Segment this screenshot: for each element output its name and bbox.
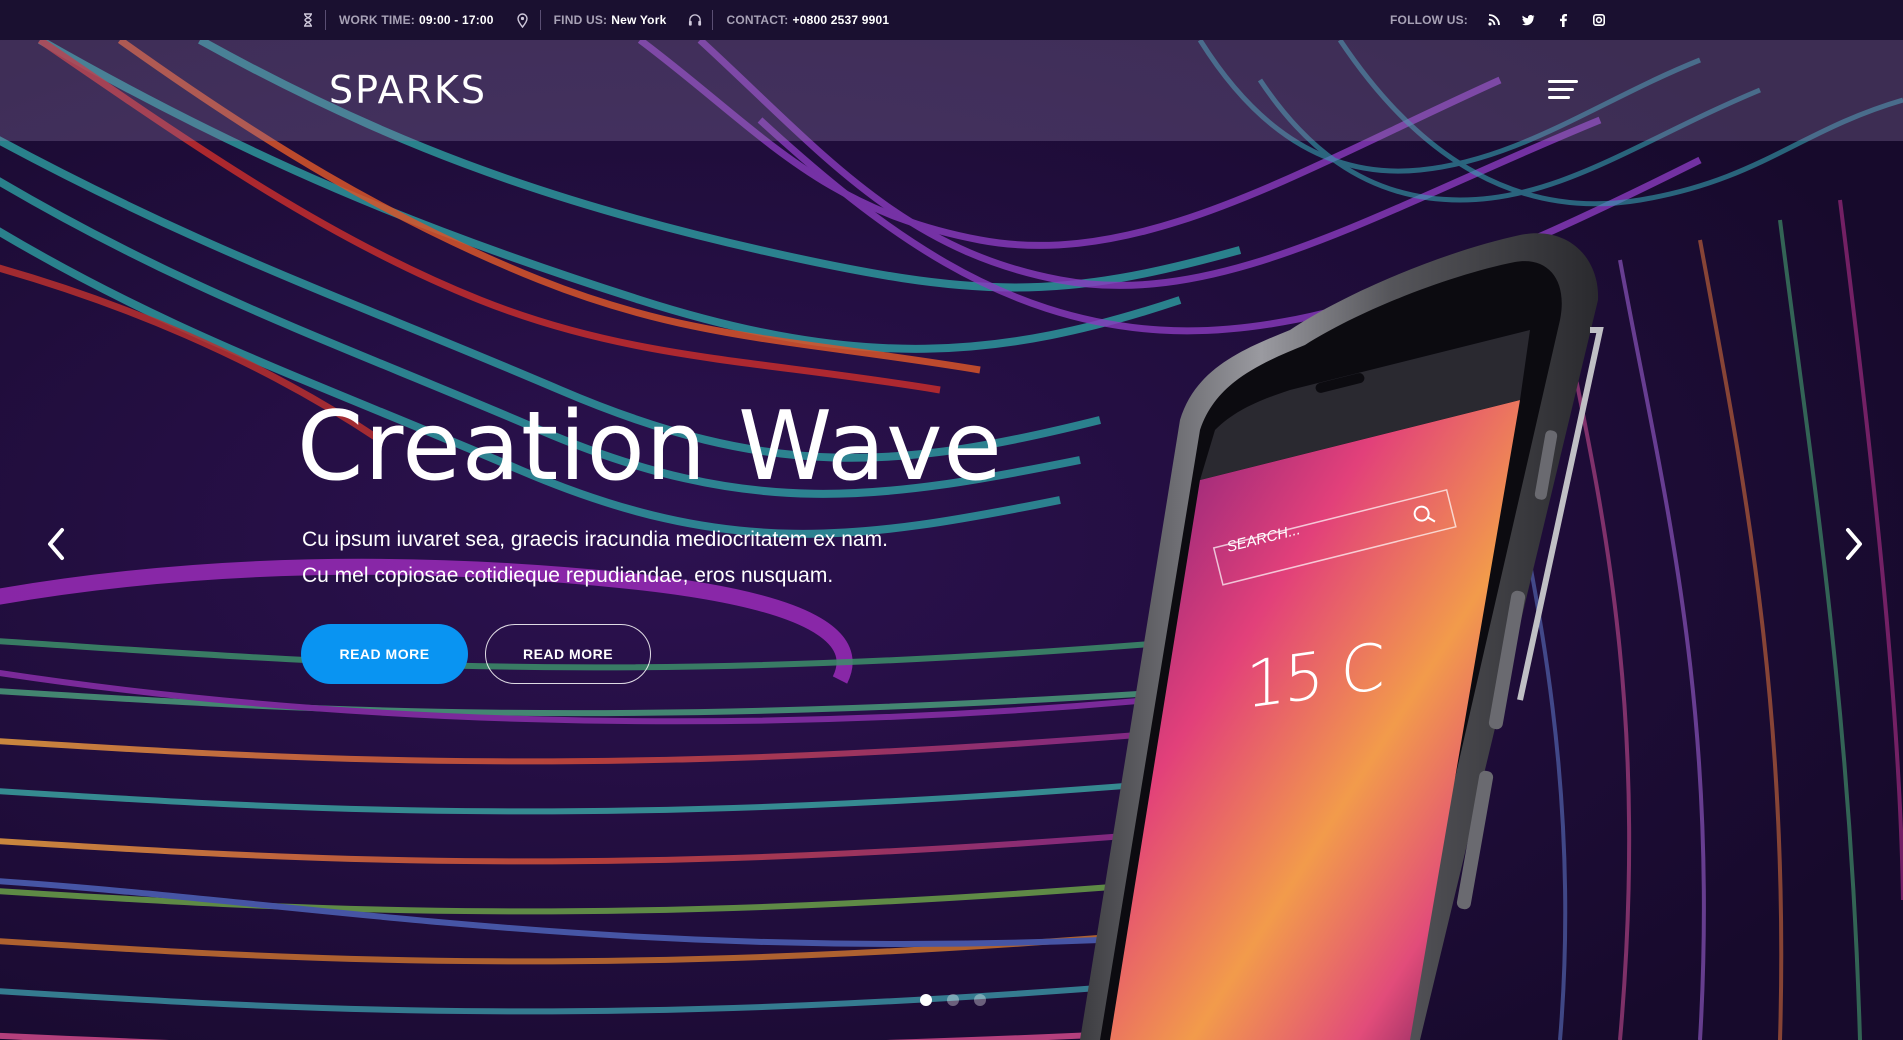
- separator: [539, 10, 541, 30]
- read-more-outline-button[interactable]: READ MORE: [485, 624, 651, 684]
- chevron-left-icon[interactable]: [42, 522, 72, 566]
- wave-lines-background: [0, 40, 1903, 1040]
- main-navbar: SPARKS: [0, 40, 1903, 141]
- separator: [712, 10, 714, 30]
- find-us-label: FIND US:: [553, 13, 608, 27]
- slider-pagination: [920, 994, 1001, 1006]
- chevron-right-icon[interactable]: [1838, 522, 1868, 566]
- hero-title: Creation Wave: [297, 392, 1003, 502]
- site-logo[interactable]: SPARKS: [329, 68, 487, 112]
- read-more-primary-button[interactable]: READ MORE: [301, 624, 468, 684]
- follow-us-label: FOLLOW US:: [1390, 13, 1468, 27]
- slider-dot-2[interactable]: [947, 994, 959, 1006]
- headset-icon: [688, 12, 702, 28]
- rss-icon[interactable]: [1486, 12, 1502, 28]
- social-links: FOLLOW US:: [1390, 0, 1626, 40]
- contact-label: CONTACT:: [726, 13, 789, 27]
- slider-dot-1[interactable]: [920, 994, 932, 1006]
- work-time-item: WORK TIME: 09:00 - 17:00: [301, 0, 516, 40]
- top-info-left: WORK TIME: 09:00 - 17:00 FIND US: New Yo…: [301, 0, 911, 40]
- top-info-bar: WORK TIME: 09:00 - 17:00 FIND US: New Yo…: [0, 0, 1903, 40]
- hero-description-line-2: Cu mel copiosae cotidieque repudiandae, …: [302, 564, 834, 587]
- location-pin-icon: [516, 12, 530, 28]
- hourglass-icon: [301, 12, 315, 28]
- instagram-icon[interactable]: [1591, 12, 1607, 28]
- hero-description: Cu ipsum iuvaret sea, graecis iracundia …: [302, 522, 888, 594]
- find-us-value[interactable]: New York: [611, 13, 666, 27]
- slider-dot-3[interactable]: [974, 994, 986, 1006]
- contact-phone[interactable]: +0800 2537 9901: [793, 13, 890, 27]
- facebook-icon[interactable]: [1556, 12, 1572, 28]
- hamburger-menu-icon[interactable]: [1548, 80, 1578, 102]
- find-us-item[interactable]: FIND US: New York: [516, 0, 689, 40]
- separator: [325, 10, 326, 30]
- twitter-icon[interactable]: [1521, 12, 1537, 28]
- work-time-value: 09:00 - 17:00: [419, 13, 494, 27]
- hero-description-line-1: Cu ipsum iuvaret sea, graecis iracundia …: [302, 528, 888, 551]
- contact-item[interactable]: CONTACT: +0800 2537 9901: [688, 0, 911, 40]
- hero-slider: SEARCH... 15 C Creation Wave Cu ipsum iu…: [0, 40, 1903, 1040]
- work-time-label: WORK TIME:: [339, 13, 415, 27]
